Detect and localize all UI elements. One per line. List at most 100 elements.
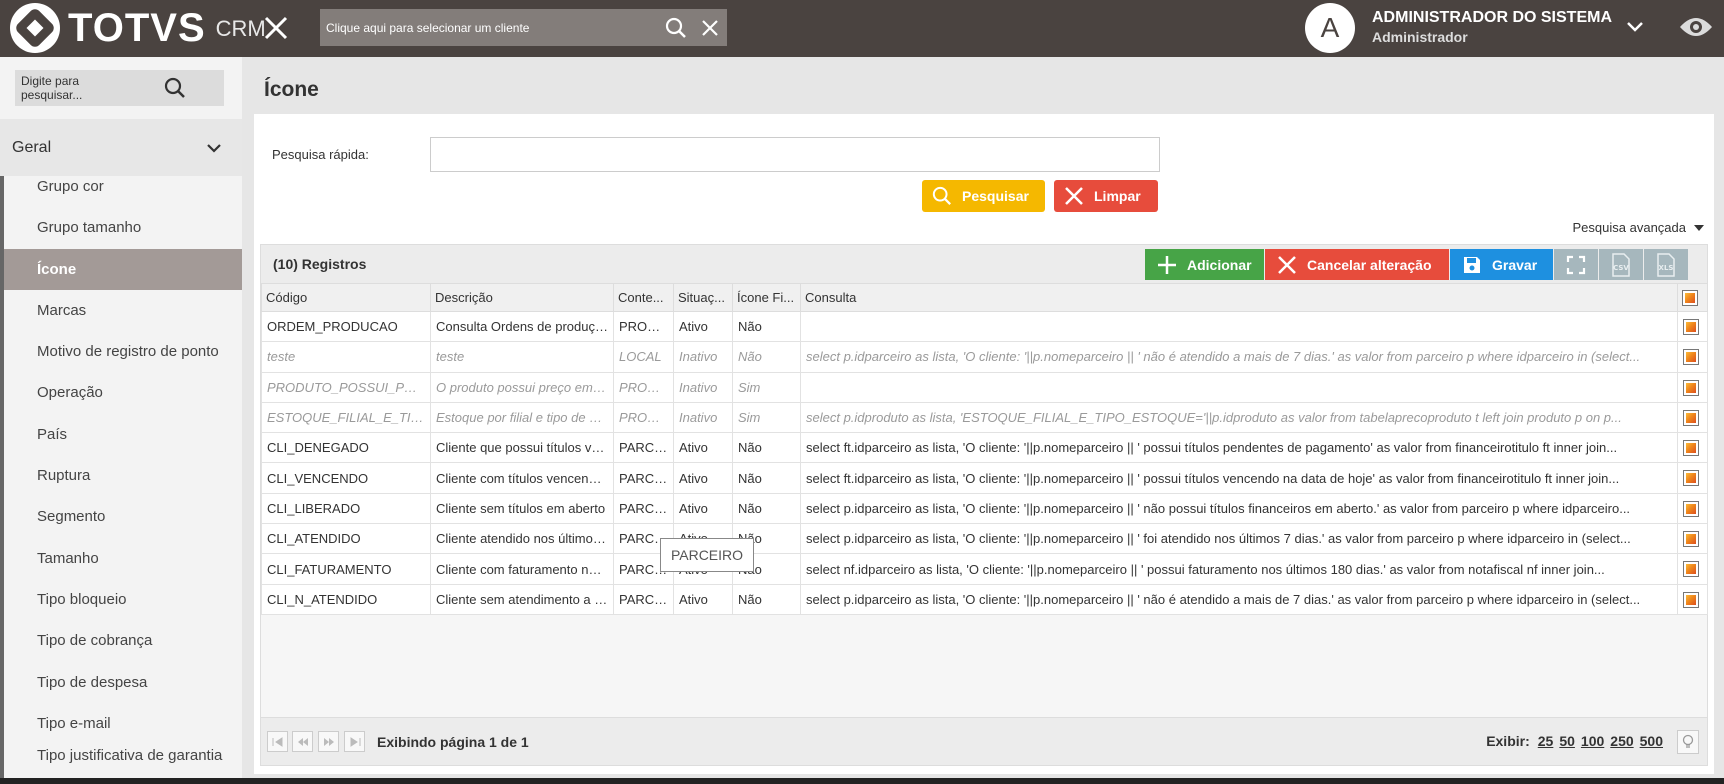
- sidebar-item[interactable]: Tipo de cobrança: [0, 620, 242, 662]
- page-size-option[interactable]: 100: [1581, 733, 1604, 749]
- cell-descricao[interactable]: Cliente sem títulos em aberto: [430, 492, 614, 525]
- column-chooser-button[interactable]: [1677, 283, 1708, 312]
- cell-codigo[interactable]: CLI_DENEGADO: [261, 432, 431, 464]
- table-row[interactable]: CLI_VENCENDO Cliente com títulos vencendo…: [261, 462, 1708, 494]
- cell-conteudo[interactable]: LOCAL: [613, 341, 674, 373]
- fullscreen-button[interactable]: [1554, 249, 1598, 280]
- table-row[interactable]: CLI_N_ATENDIDO Cliente sem atendimento a …: [261, 583, 1708, 615]
- export-xls-button[interactable]: XLS: [1644, 249, 1688, 280]
- cell-descricao[interactable]: Consulta Ordens de produção em aberto: [430, 310, 614, 343]
- cell-icone-fixo[interactable]: Não: [732, 432, 801, 464]
- table-row[interactable]: teste teste LOCAL Inativo Não select p.idparc…: [261, 341, 1708, 373]
- row-icon-cell[interactable]: [1677, 432, 1708, 464]
- visibility-toggle-button[interactable]: [1676, 12, 1716, 42]
- cell-consulta[interactable]: select p.idparceiro as lista, 'O cliente…: [800, 523, 1678, 555]
- cell-conteudo[interactable]: PARCEIRO: [613, 432, 674, 464]
- cell-situacao[interactable]: Ativo: [673, 310, 733, 343]
- sidebar-item[interactable]: Tipo bloqueio: [0, 578, 242, 621]
- cell-codigo[interactable]: CLI_FATURAMENTO: [261, 553, 431, 585]
- sidebar-item[interactable]: Tamanho: [0, 537, 242, 579]
- close-menu-button[interactable]: [258, 10, 294, 46]
- row-icon-cell[interactable]: [1677, 310, 1708, 343]
- cell-descricao[interactable]: O produto possui preço em tabela: [430, 371, 614, 403]
- advanced-search-toggle[interactable]: Pesquisa avançada: [1573, 220, 1704, 235]
- sidebar-item[interactable]: Operação: [0, 372, 242, 414]
- column-header-descricao[interactable]: Descrição: [430, 283, 614, 312]
- first-page-button[interactable]: [267, 731, 288, 752]
- cell-consulta[interactable]: [800, 310, 1678, 343]
- avatar[interactable]: A: [1305, 3, 1355, 53]
- export-csv-button[interactable]: CSV: [1599, 249, 1643, 280]
- table-row[interactable]: ORDEM_PRODUCAO Consulta Ordens de produçã…: [261, 310, 1708, 343]
- cell-descricao[interactable]: Cliente que possui títulos vencidos: [430, 432, 614, 464]
- cell-situacao[interactable]: Ativo: [673, 432, 733, 464]
- sidebar-item[interactable]: Tipo de despesa: [0, 661, 242, 703]
- column-header-conteudo[interactable]: Conte...: [613, 283, 674, 312]
- cell-descricao[interactable]: Estoque por filial e tipo de estoque: [430, 401, 614, 434]
- sidebar-item[interactable]: Ícone: [0, 248, 242, 290]
- sidebar-item[interactable]: País: [0, 413, 242, 456]
- previous-page-button[interactable]: [292, 731, 313, 752]
- cell-icone-fixo[interactable]: Não: [732, 310, 801, 343]
- cell-consulta[interactable]: select p.idparceiro as lista, 'O cliente…: [800, 341, 1678, 373]
- column-header-codigo[interactable]: Código: [261, 283, 431, 312]
- row-icon-cell[interactable]: [1677, 583, 1708, 615]
- sidebar-item[interactable]: Ruptura: [0, 455, 242, 497]
- row-icon-cell[interactable]: [1677, 462, 1708, 494]
- page-size-option[interactable]: 50: [1559, 733, 1575, 749]
- cell-consulta[interactable]: select ft.idparceiro as lista, 'O client…: [800, 432, 1678, 464]
- cell-codigo[interactable]: ESTOQUE_FILIAL_E_TIPO: [261, 401, 431, 434]
- cell-consulta[interactable]: select p.idparceiro as lista, 'O cliente…: [800, 492, 1678, 525]
- cell-situacao[interactable]: Ativo: [673, 492, 733, 525]
- cell-icone-fixo[interactable]: Não: [732, 341, 801, 373]
- cell-descricao[interactable]: Cliente com títulos vencendo hoje: [430, 462, 614, 494]
- row-icon-cell[interactable]: [1677, 401, 1708, 434]
- next-page-button[interactable]: [318, 731, 339, 752]
- last-page-button[interactable]: [344, 731, 365, 752]
- sidebar-group-geral[interactable]: Geral: [0, 119, 242, 176]
- clear-button[interactable]: Limpar: [1054, 180, 1158, 212]
- row-icon-cell[interactable]: [1677, 492, 1708, 525]
- cell-codigo[interactable]: CLI_N_ATENDIDO: [261, 583, 431, 615]
- cell-situacao[interactable]: Inativo: [673, 341, 733, 373]
- table-row[interactable]: ESTOQUE_FILIAL_E_TIPO Estoque por filial …: [261, 401, 1708, 434]
- table-row[interactable]: CLI_LIBERADO Cliente sem títulos em abert…: [261, 492, 1708, 525]
- cell-situacao[interactable]: Inativo: [673, 401, 733, 434]
- cell-consulta[interactable]: select p.idproduto as lista, 'ESTOQUE_FI…: [800, 401, 1678, 434]
- client-search-button[interactable]: [659, 9, 693, 46]
- cell-conteudo[interactable]: PARCEIRO: [613, 462, 674, 494]
- cell-consulta[interactable]: [800, 371, 1678, 403]
- row-icon-cell[interactable]: [1677, 341, 1708, 373]
- cell-codigo[interactable]: CLI_VENCENDO: [261, 462, 431, 494]
- cell-situacao[interactable]: Ativo: [673, 462, 733, 494]
- cell-codigo[interactable]: PRODUTO_POSSUI_PRECO: [261, 371, 431, 403]
- cell-consulta[interactable]: select nf.idparceiro as lista, 'O client…: [800, 553, 1678, 585]
- cell-icone-fixo[interactable]: Não: [732, 492, 801, 525]
- cell-conteudo[interactable]: PARCEIRO: [613, 492, 674, 525]
- quick-search-input[interactable]: [430, 137, 1160, 172]
- table-row[interactable]: CLI_DENEGADO Cliente que possui títulos v…: [261, 432, 1708, 464]
- table-row[interactable]: PRODUTO_POSSUI_PRECO O produto possui pre…: [261, 371, 1708, 403]
- column-header-consulta[interactable]: Consulta: [800, 283, 1678, 312]
- sidebar-search-input[interactable]: Digite para pesquisar...: [15, 70, 224, 106]
- cell-consulta[interactable]: select ft.idparceiro as lista, 'O client…: [800, 462, 1678, 494]
- cell-conteudo[interactable]: PARCEIRO: [613, 583, 674, 615]
- sidebar-item[interactable]: Marcas: [0, 289, 242, 332]
- cell-descricao[interactable]: teste: [430, 341, 614, 373]
- tips-button[interactable]: [1677, 730, 1699, 754]
- row-icon-cell[interactable]: [1677, 523, 1708, 555]
- client-clear-button[interactable]: [693, 9, 727, 46]
- cell-conteudo[interactable]: PRODUTO: [613, 310, 674, 343]
- user-menu-button[interactable]: [1622, 14, 1648, 40]
- client-select-field[interactable]: Clique aqui para selecionar um cliente: [320, 9, 727, 46]
- totvs-logo[interactable]: TOTVS CRM: [10, 2, 266, 54]
- row-icon-cell[interactable]: [1677, 553, 1708, 585]
- cell-descricao[interactable]: Cliente com faturamento nos últimos 180 …: [430, 553, 614, 585]
- cell-icone-fixo[interactable]: Não: [732, 583, 801, 615]
- search-button[interactable]: Pesquisar: [922, 180, 1045, 212]
- sidebar-item[interactable]: Grupo tamanho: [0, 207, 242, 249]
- table-row[interactable]: CLI_ATENDIDO Cliente atendido nos últimos…: [261, 523, 1708, 555]
- cell-codigo[interactable]: teste: [261, 341, 431, 373]
- cell-conteudo[interactable]: PRODUTO: [613, 371, 674, 403]
- row-icon-cell[interactable]: [1677, 371, 1708, 403]
